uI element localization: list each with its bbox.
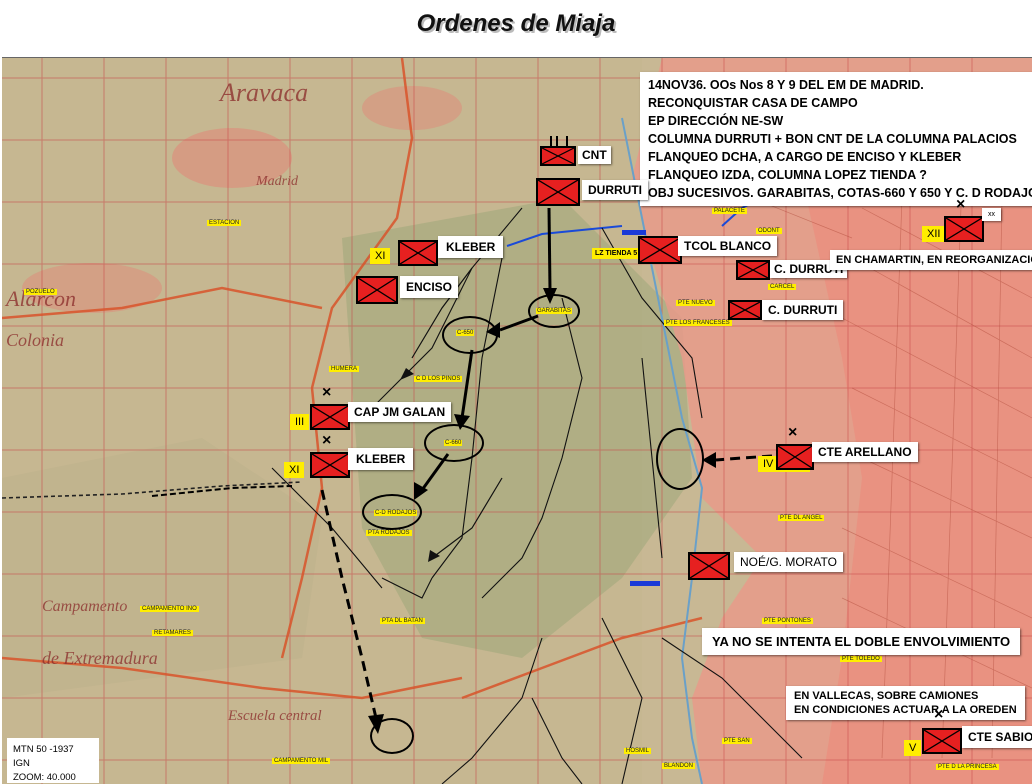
map-info-source: MTN 50 -1937 IGN (13, 744, 74, 769)
unit-kleber-top[interactable] (398, 240, 438, 266)
label-noe-morato: NOÉ/G. MORATO (734, 552, 843, 572)
tag-campamento-mil: CAMPAMENTO MIL (272, 758, 331, 764)
galan-x-icon: × (322, 384, 332, 401)
note-vallecas-line-2: EN CONDICIONES ACTUAR A LA OREDEN (794, 704, 1017, 716)
sabio-x-icon: × (934, 706, 944, 723)
tag-pte-san: PTE SAN (722, 738, 752, 744)
objective-east[interactable] (656, 428, 704, 490)
unit-cte-sabio[interactable] (922, 728, 962, 754)
tag-pte-toledo: PTE TOLEDO (840, 656, 882, 662)
place-label-extremadura: de Extremadura (42, 648, 158, 668)
unit-kleber-bottom[interactable] (310, 452, 350, 478)
tag-hosmil: HOSMIL (624, 748, 652, 754)
objective-c660[interactable]: C-660 (424, 424, 484, 462)
unit-c-durruti-1[interactable] (736, 260, 770, 280)
tag-campamento-ino: CAMPAMENTO INO (140, 606, 199, 612)
tag-pte-franceses: PTE LOS FRANCESES (664, 320, 732, 326)
place-label-campamento: Campamento (42, 598, 128, 615)
unit-tcol-blanco[interactable] (638, 236, 682, 264)
tag-blandon: BLANDON (662, 763, 696, 769)
map-info-box: MTN 50 -1937 IGN ZOOM: 40.000 (7, 738, 99, 783)
label-lz-tienda: LZ TIENDA 5 (592, 248, 641, 259)
note-doble-envolvimiento: YA NO SE INTENTA EL DOBLE ENVOLVIMIENTO (702, 628, 1021, 655)
unit-noe-morato[interactable] (688, 552, 730, 580)
label-kleber-bottom: KLEBER (348, 448, 414, 470)
orders-line-3: EP DIRECCIÓN NE-SW (648, 114, 784, 128)
label-xii: XII (922, 226, 946, 242)
orders-line-5: FLANQUEO DCHA, A CARGO DE ENCISO Y KLEBE… (648, 150, 962, 164)
unit-c-durruti-2[interactable] (728, 300, 762, 320)
objective-south[interactable] (370, 718, 414, 754)
tag-pte-angel: PTE DL ANGEL (778, 515, 825, 521)
objective-c650[interactable]: C-650 (442, 316, 498, 354)
unit-cap-galan[interactable] (310, 404, 350, 430)
label-cte-sabio: CTE SABIO (962, 726, 1032, 748)
orders-line-7: OBJ SUCESIVOS. GARABITAS, COTAS-660 Y 65… (648, 186, 1032, 200)
label-tcol-blanco: TCOL BLANCO (678, 236, 778, 256)
arellano-x-icon: × (788, 424, 798, 441)
label-c-durruti-2: C. DURRUTI (762, 300, 844, 320)
orders-line-4: COLUMNA DURRUTI + BON CNT DE LA COLUMNA … (648, 132, 1017, 146)
page-title: Ordenes de Miaja (416, 10, 616, 37)
place-label-madrid: Madrid (256, 174, 298, 189)
map-info-zoom: ZOOM: 40.000 (13, 772, 76, 783)
tag-pte-pontones: PTE PONTONES (762, 618, 813, 624)
tag-pozuelo: POZUELO (24, 289, 57, 295)
objective-garabitas-label: GARABITAS (536, 308, 572, 314)
tag-princesa: PTE D LA PRINCESA (936, 764, 999, 770)
label-xx: xx (982, 208, 1001, 221)
unit-cnt[interactable] (540, 146, 576, 166)
tag-carcel: CARCEL (768, 284, 797, 290)
tag-pte-nuevo: PTE NUEVO (676, 300, 715, 306)
objective-garabitas[interactable]: GARABITAS (528, 294, 580, 328)
unit-enciso[interactable] (356, 276, 398, 304)
tag-pta-rodajos: PTA RODAJOS (366, 530, 412, 536)
place-label-aravaca: Aravaca (220, 78, 309, 107)
label-durruti: DURRUTI (582, 180, 648, 200)
label-chamartin: EN CHAMARTIN, EN REORGANIZACION (830, 250, 1032, 270)
kleber-x-icon: × (322, 432, 332, 449)
objective-rodajos-label: C-D RODAJOS (374, 510, 418, 516)
label-enciso: ENCISO (400, 276, 459, 298)
orders-line-6: FLANQUEO IZDA, COLUMNA LOPEZ TIENDA ? (648, 168, 927, 182)
tag-palacete: PALACETE (712, 208, 747, 214)
objective-c660-label: C-660 (444, 440, 463, 446)
label-xi-top: XI (370, 248, 391, 264)
tag-retamares: RETAMARES (152, 630, 193, 636)
tag-estacion: ESTACION (207, 220, 242, 226)
objective-c650-label: C-650 (456, 330, 475, 336)
place-label-colonia: Colonia (6, 330, 65, 350)
label-xi-bottom: XI (284, 462, 305, 478)
map-area[interactable]: Aravaca Alarcon Madrid Colonia Campament… (2, 57, 1032, 784)
place-label-escuela: Escuela central (228, 708, 322, 724)
label-iii: III (290, 414, 310, 430)
xii-x-icon: × (956, 196, 966, 213)
unit-xii[interactable] (944, 216, 984, 242)
unit-cte-arellano[interactable] (776, 444, 814, 470)
tag-odont: ODONT (756, 228, 782, 234)
label-cnt: CNT (578, 146, 611, 164)
tag-pinos: C D LOS PINOS (414, 376, 463, 382)
note-vallecas-line-1: EN VALLECAS, SOBRE CAMIONES (794, 690, 979, 702)
orders-line-2: RECONQUISTAR CASA DE CAMPO (648, 96, 858, 110)
unit-durruti[interactable] (536, 178, 580, 206)
label-v: V (904, 740, 922, 756)
label-kleber-top: KLEBER (438, 236, 504, 258)
tag-pta-batan: PTA DL BATAN (380, 618, 425, 624)
label-cte-arellano: CTE ARELLANO (812, 442, 918, 462)
note-vallecas: EN VALLECAS, SOBRE CAMIONES EN CONDICION… (786, 686, 1025, 720)
orders-line-1: 14NOV36. OOs Nos 8 Y 9 DEL EM DE MADRID. (648, 78, 924, 92)
objective-rodajos[interactable]: C-D RODAJOS (362, 494, 422, 530)
orders-box: 14NOV36. OOs Nos 8 Y 9 DEL EM DE MADRID.… (640, 72, 1032, 206)
label-cap-galan: CAP JM GALAN (348, 402, 452, 422)
tag-humera: HUMERA (329, 366, 360, 372)
